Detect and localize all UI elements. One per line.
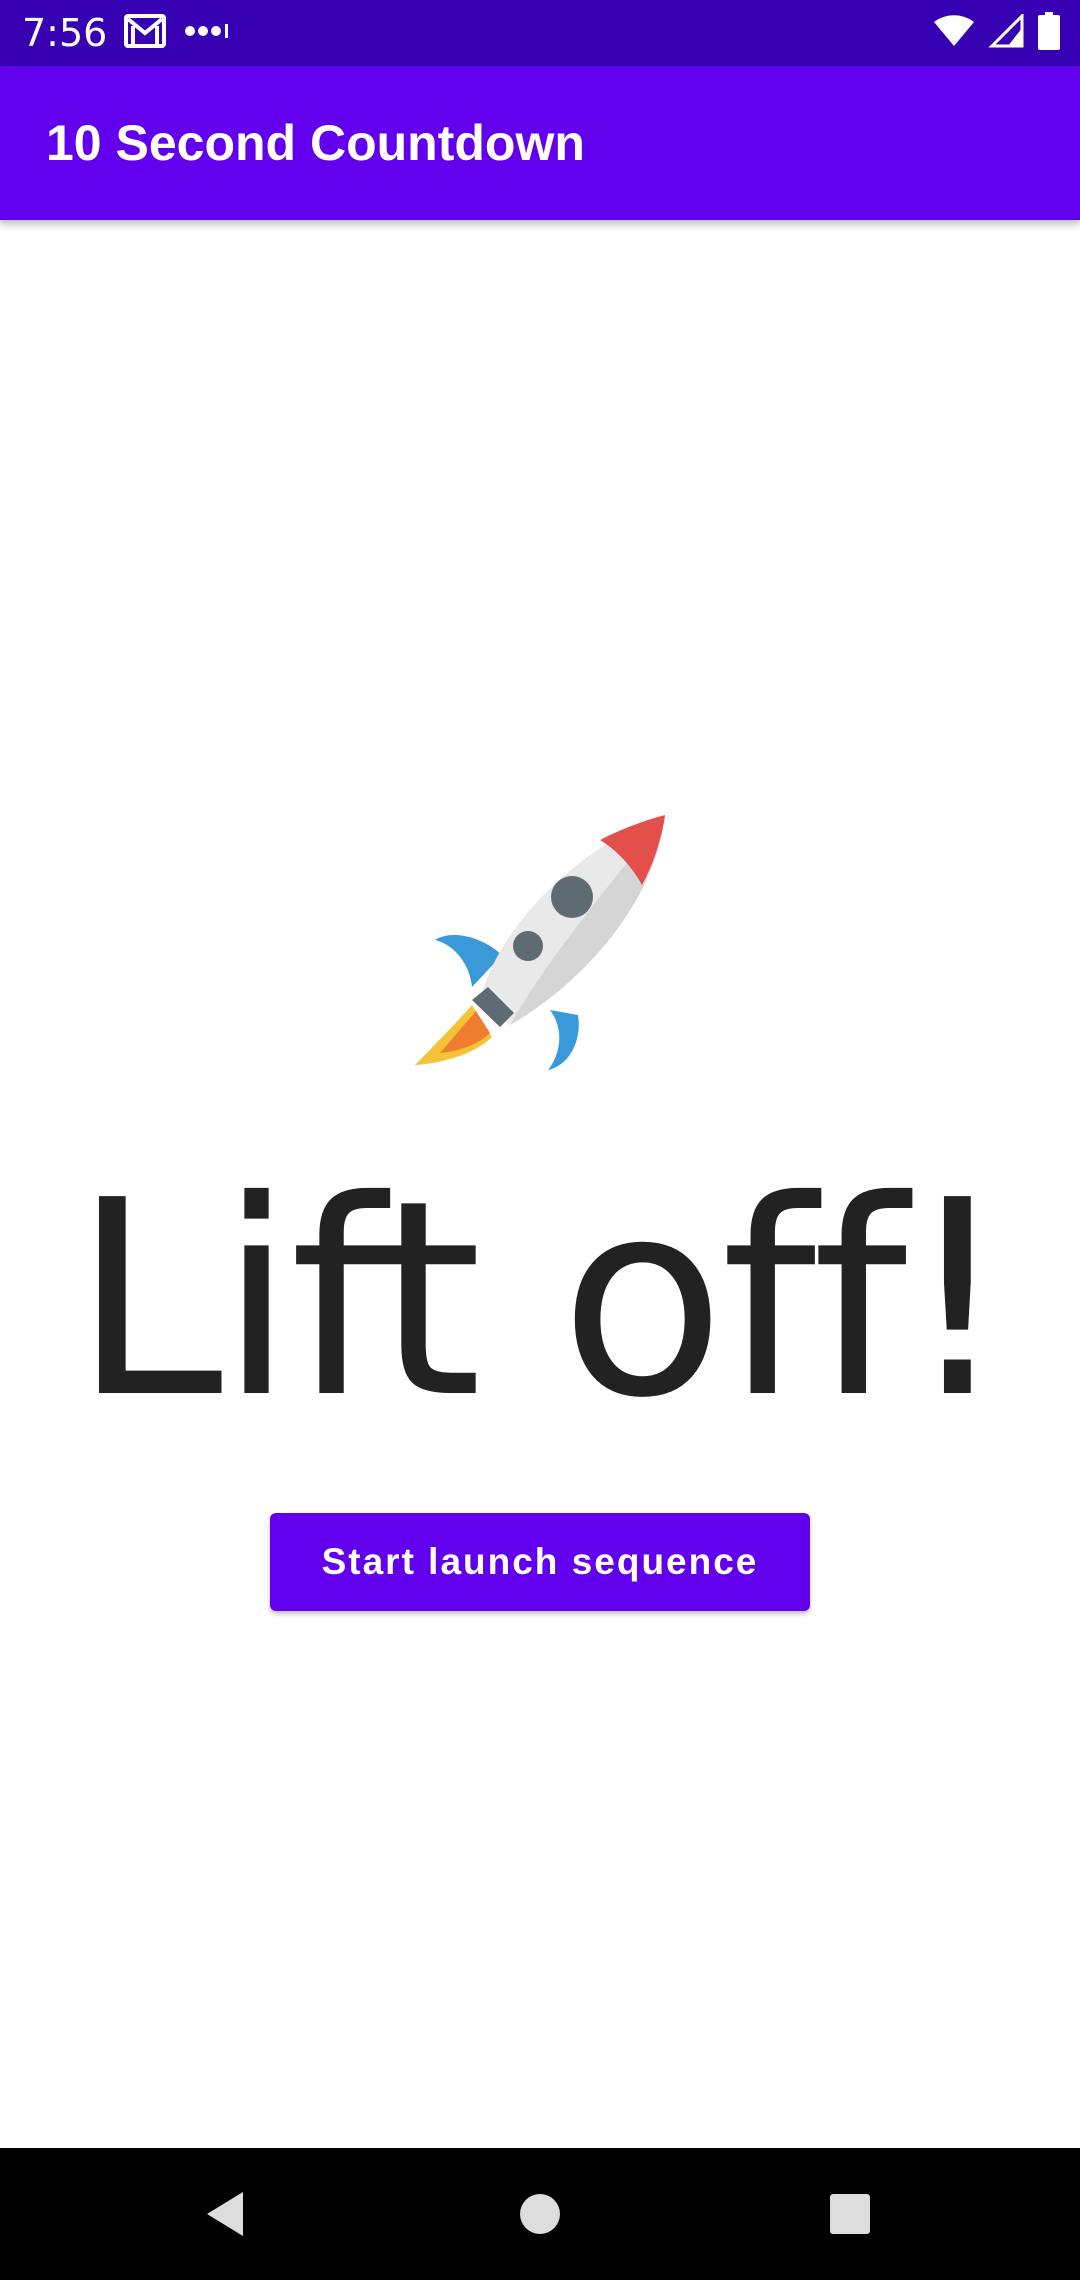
- status-bar: 7:56: [0, 0, 1080, 66]
- rocket-icon: [410, 815, 670, 1075]
- navigation-bar: [0, 2148, 1080, 2280]
- battery-icon: [1024, 11, 1060, 55]
- home-icon[interactable]: [500, 2174, 580, 2254]
- screen: 7:56 10 Second Countdown Lift off! Start…: [0, 0, 1080, 2280]
- system-icons: [920, 11, 1060, 55]
- notification-icons: [124, 13, 230, 53]
- app-title: 10 Second Countdown: [46, 115, 585, 171]
- recents-icon[interactable]: [810, 2174, 890, 2254]
- status-time: 7:56: [22, 11, 108, 55]
- signal-icon: [974, 11, 1024, 53]
- countdown-status-text: Lift off!: [72, 1142, 1012, 1457]
- app-bar: 10 Second Countdown: [0, 66, 1080, 220]
- back-icon[interactable]: [185, 2174, 265, 2254]
- more-dots-icon: [184, 21, 230, 46]
- wifi-icon: [920, 14, 974, 52]
- gmail-icon: [124, 13, 166, 53]
- start-launch-button[interactable]: Start launch sequence: [270, 1513, 810, 1611]
